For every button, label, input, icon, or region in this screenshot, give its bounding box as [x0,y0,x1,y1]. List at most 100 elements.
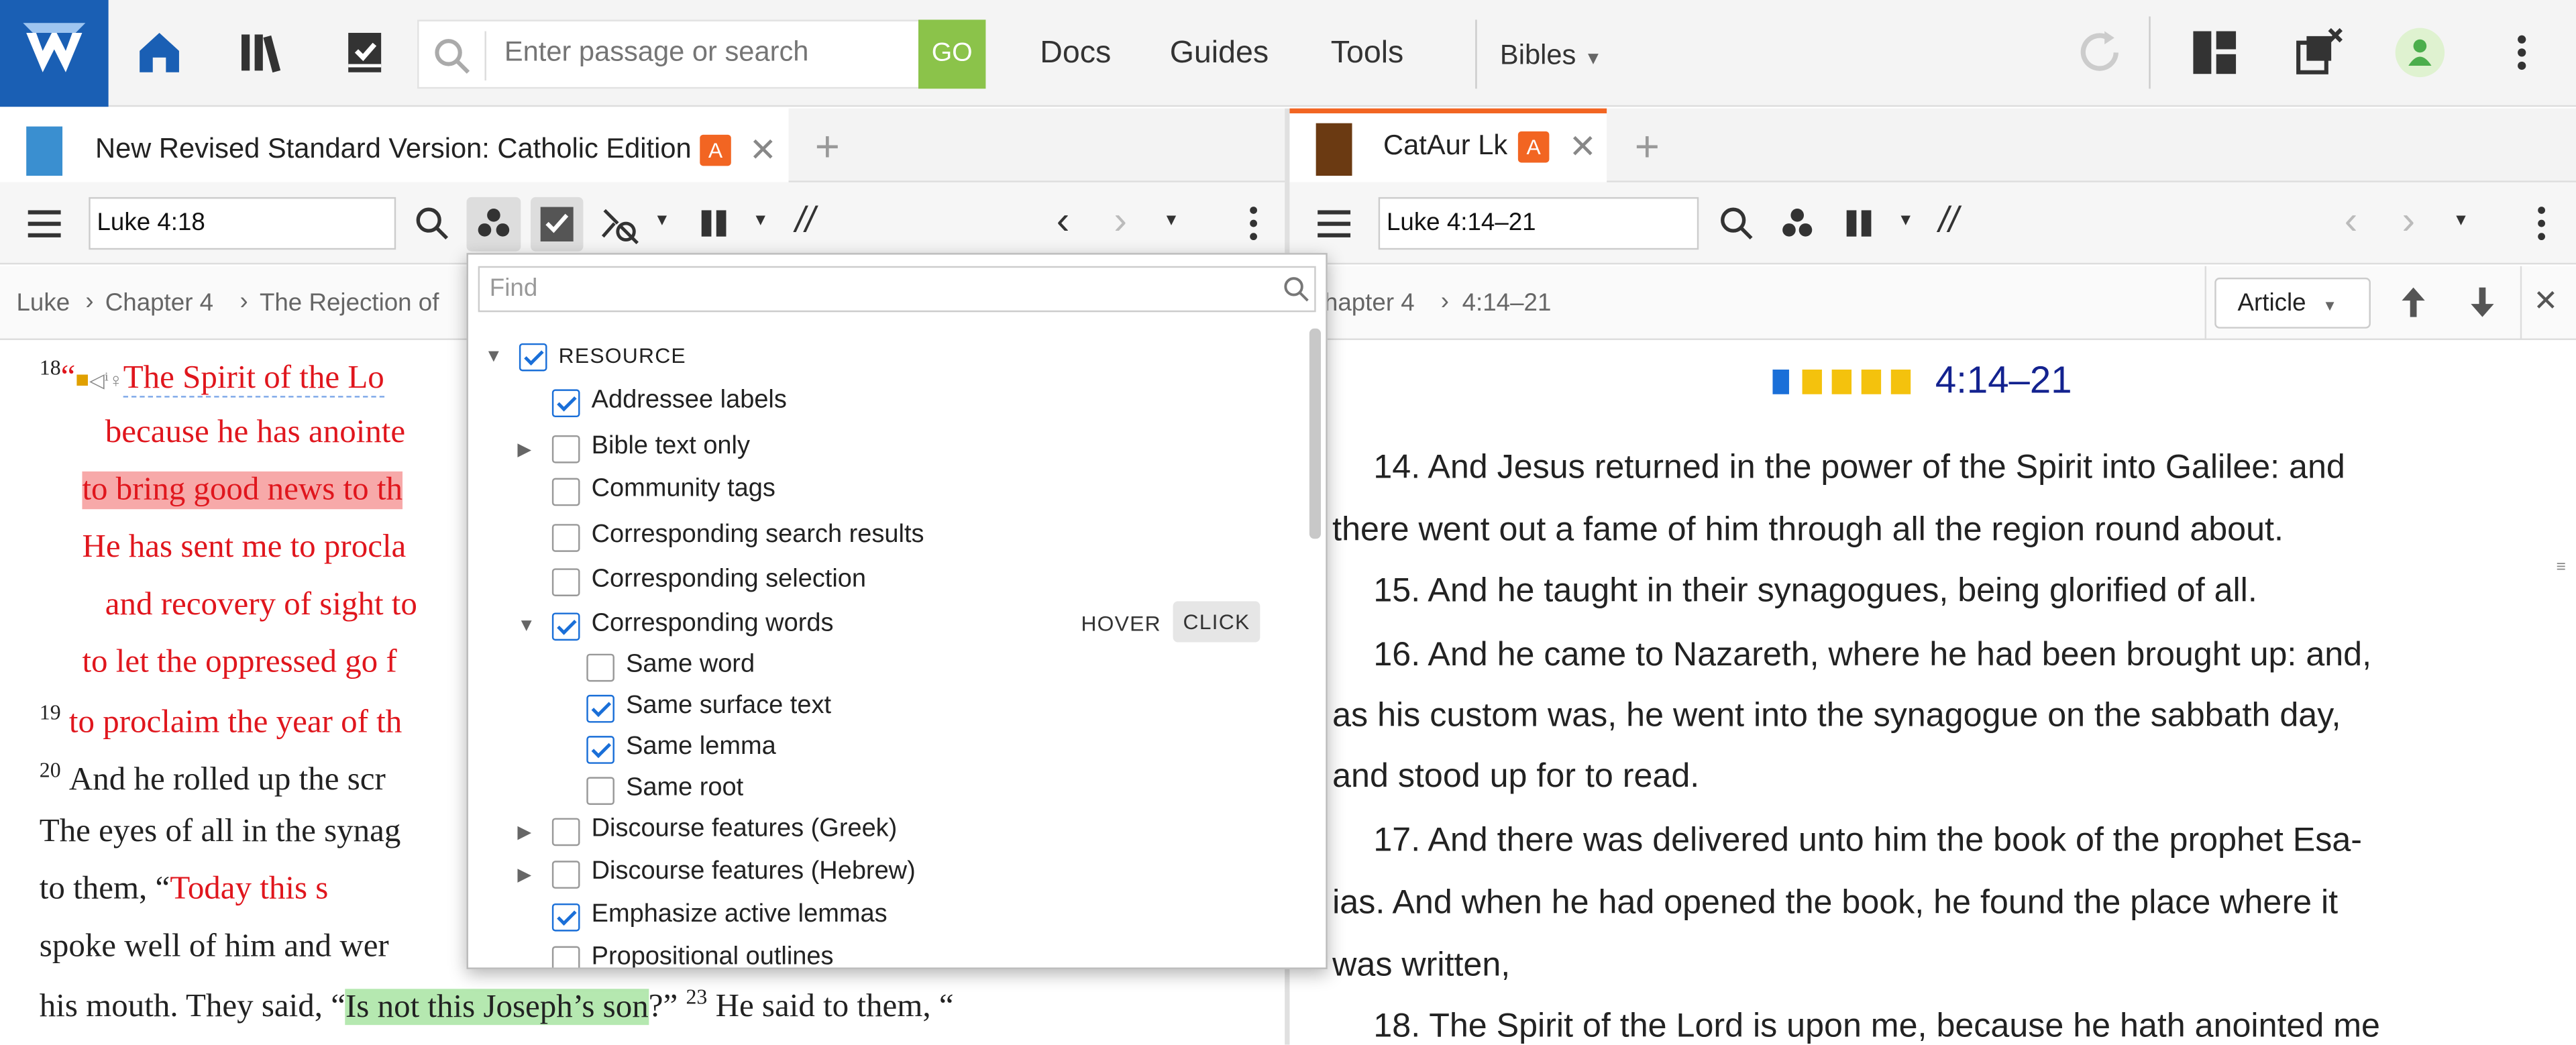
filter-option-label[interactable]: Same root [626,773,743,803]
verse-line[interactable]: and recovery of sight to [105,586,417,624]
history-caret-icon[interactable]: ▼ [2453,212,2469,230]
verse-line[interactable]: to let the oppressed go f [82,644,396,681]
menu-bibles[interactable]: Bibles ▼ [1500,40,1602,72]
filter-option-label[interactable]: RESOURCE [559,343,686,368]
verse-number[interactable]: 23 [686,984,707,1009]
checkbox[interactable] [586,694,614,723]
checkbox[interactable] [551,903,580,932]
click-option[interactable]: CLICK [1173,601,1260,643]
article-dropdown[interactable]: Article ▼ [2214,277,2371,329]
find-input[interactable]: Find [478,266,1316,313]
arrow-down-icon[interactable] [2469,284,2496,327]
notes-check-icon[interactable] [531,197,584,252]
caret-down-icon[interactable]: ▼ [1898,212,1914,230]
caret-down-icon[interactable]: ▼ [753,212,769,230]
checkbox[interactable] [551,478,580,506]
forward-icon[interactable]: › [1114,199,1127,245]
verse-number[interactable]: 18 [40,355,61,380]
verse-text[interactable]: to them, “ [40,871,170,907]
verse-line[interactable]: spoke well of him and wer [40,928,389,966]
expand-closed-icon[interactable]: ▶ [517,864,531,885]
back-icon[interactable]: ‹ [1057,199,1070,245]
search-icon[interactable] [1719,205,1755,250]
verse-number[interactable]: 19 [40,700,61,724]
menu-docs[interactable]: Docs [1040,36,1111,72]
verse-text[interactable]: The Spirit of the Lo [123,359,384,397]
add-tab-icon[interactable]: + [1635,121,1660,172]
expand-closed-icon[interactable]: ▶ [517,822,531,842]
verse-text[interactable]: And he rolled up the scr [69,761,386,798]
verse-line[interactable]: because he has anointe [105,414,405,451]
verse-line[interactable]: The eyes of all in the synag [40,813,401,850]
verse-text-red[interactable]: Today this s [170,871,328,907]
reference-input[interactable]: Luke 4:14–21 [1378,197,1699,250]
library-icon[interactable] [238,28,287,77]
hover-option[interactable]: HOVER [1081,611,1161,636]
verse-line[interactable]: He has sent me to procla [82,529,406,567]
filter-option-label[interactable]: Corresponding selection [592,565,866,594]
panel-menu-icon[interactable] [2525,204,2558,252]
columns-icon[interactable] [1845,209,1874,246]
tab-cataur[interactable]: CatAur Lk A ✕ [1289,108,1607,182]
verse-text[interactable]: his mouth. They said, “ [40,988,345,1024]
checkbox[interactable] [551,435,580,463]
scroll-marker[interactable]: ≡ [2557,559,2566,577]
home-icon[interactable] [135,28,184,77]
verse-text[interactable]: to proclaim the year of th [69,704,402,740]
history-caret-icon[interactable]: ▼ [1163,212,1179,230]
back-icon[interactable]: ‹ [2345,199,2358,245]
breadcrumb-section[interactable]: The Rejection of [260,289,439,317]
interlinear-icon[interactable] [598,204,641,255]
checkbox[interactable] [551,861,580,889]
reading-plan-icon[interactable] [341,28,390,77]
checkbox[interactable] [551,524,580,552]
popup-scrollbar[interactable] [1309,328,1321,539]
go-button[interactable]: GO [918,19,986,89]
highlighted-text[interactable]: Is not this Joseph’s son [345,988,649,1025]
sync-icon[interactable] [2075,28,2124,77]
visual-filters-icon[interactable] [466,197,521,252]
close-panels-icon[interactable] [2294,28,2343,77]
checkbox[interactable] [551,612,580,641]
layouts-icon[interactable] [2190,28,2239,77]
close-icon[interactable]: ✕ [2533,284,2558,319]
hamburger-icon[interactable] [28,207,64,248]
close-icon[interactable]: ✕ [749,129,777,170]
user-avatar-icon[interactable] [2395,28,2445,78]
filter-option-label[interactable]: Corresponding search results [592,520,924,550]
filter-option-label[interactable]: Community tags [592,475,775,504]
checkbox[interactable] [586,777,614,806]
expand-open-icon[interactable]: ▼ [517,616,535,635]
checkbox[interactable] [586,653,614,682]
more-vert-icon[interactable] [2497,28,2546,77]
add-tab-icon[interactable]: + [815,121,840,172]
logos-logo-icon[interactable] [0,0,109,107]
checkbox[interactable] [551,568,580,596]
search-icon[interactable] [414,205,450,250]
filter-option-label[interactable]: Same word [626,651,755,680]
breadcrumb-chapter[interactable]: hapter 4 [1324,289,1415,317]
checkbox[interactable] [586,736,614,764]
filter-option-label[interactable]: Discourse features (Greek) [592,815,898,844]
close-icon[interactable]: ✕ [1569,127,1597,168]
filter-option-label[interactable]: Emphasize active lemmas [592,900,888,930]
expand-open-icon[interactable]: ▼ [484,347,502,366]
filter-option-label[interactable]: Same lemma [626,732,776,762]
columns-icon[interactable] [700,209,729,246]
caret-down-icon[interactable]: ▼ [654,212,670,230]
parallel-icon[interactable]: // [795,199,815,241]
visual-filters-icon[interactable] [1779,205,1815,250]
expand-closed-icon[interactable]: ▶ [517,439,531,459]
checkbox[interactable] [551,946,580,968]
parallel-icon[interactable]: // [1939,199,1959,241]
reference-input[interactable]: Luke 4:18 [89,197,396,250]
filter-option-label[interactable]: Addressee labels [592,386,787,416]
search-input[interactable] [504,36,899,69]
filter-option-label[interactable]: Same surface text [626,692,831,721]
checkbox[interactable] [551,389,580,418]
verse-number[interactable]: 20 [40,757,61,782]
tab-nrsvce[interactable]: New Revised Standard Version: Catholic E… [0,108,789,182]
checkbox[interactable] [519,343,547,372]
forward-icon[interactable]: › [2402,199,2415,245]
filter-option-label[interactable]: Propositional outlines [592,943,834,968]
